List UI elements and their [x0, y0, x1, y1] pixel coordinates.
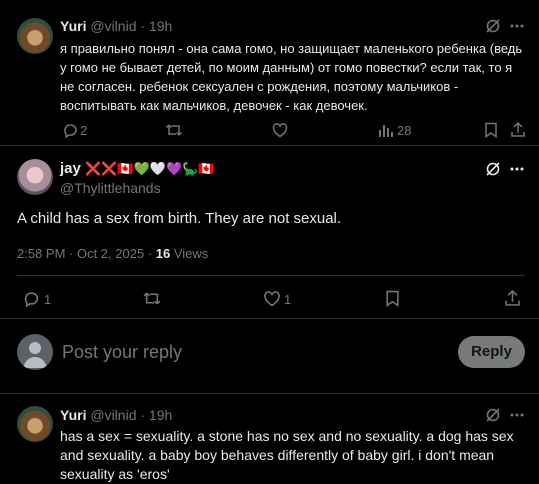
author-name[interactable]: jay: [60, 160, 81, 177]
divider: [0, 145, 539, 146]
view-count: 28: [397, 123, 412, 138]
views-icon[interactable]: [378, 123, 393, 137]
grok-icon[interactable]: [485, 161, 501, 177]
divider: [17, 275, 525, 276]
post-time[interactable]: · 19h: [140, 407, 172, 423]
more-icon[interactable]: [510, 413, 524, 417]
author-handle[interactable]: @vilnid: [90, 18, 136, 34]
bookmark-icon[interactable]: [385, 290, 400, 307]
view-count: 16: [155, 246, 171, 261]
avatar[interactable]: [17, 406, 53, 442]
more-icon[interactable]: [510, 167, 524, 171]
retweet-icon[interactable]: [165, 122, 183, 138]
reply-count: 1: [44, 292, 52, 307]
like-icon[interactable]: [272, 123, 288, 138]
reply-button[interactable]: Reply: [458, 336, 525, 368]
share-icon[interactable]: [510, 122, 526, 138]
views-label: Views: [170, 246, 209, 261]
like-count: 1: [284, 292, 292, 307]
divider: [0, 393, 539, 394]
like-icon[interactable]: [263, 291, 281, 307]
author-name[interactable]: Yuri: [60, 407, 86, 423]
author-name[interactable]: Yuri: [60, 18, 86, 34]
author-handle[interactable]: @Thylittlehands: [60, 180, 161, 196]
grok-icon[interactable]: [485, 407, 501, 423]
reply-icon[interactable]: [62, 122, 78, 138]
avatar[interactable]: [17, 159, 53, 195]
reply-icon[interactable]: [22, 290, 40, 307]
post-timestamp[interactable]: 2:58 PM · Oct 2, 2025 ·: [17, 246, 156, 261]
author-handle[interactable]: @vilnid: [90, 407, 136, 423]
post-text: has a sex = sexuality. a stone has no se…: [60, 428, 514, 482]
divider: [0, 318, 539, 319]
reply-input[interactable]: Post your reply: [62, 342, 182, 363]
post-text: я правильно понял - она сама гомо, но за…: [60, 41, 523, 113]
bookmark-icon[interactable]: [484, 122, 498, 138]
avatar: [17, 334, 53, 370]
name-emojis: ❌❌🇨🇦💚🤍💜🦕🇨🇦: [85, 161, 215, 176]
more-icon[interactable]: [510, 24, 524, 28]
retweet-icon[interactable]: [142, 290, 162, 307]
reply-count: 2: [80, 123, 88, 138]
avatar[interactable]: [17, 18, 53, 54]
post-time[interactable]: · 19h: [140, 18, 172, 34]
share-icon[interactable]: [504, 290, 521, 307]
grok-icon[interactable]: [485, 18, 501, 34]
post-text: A child has a sex from birth. They are n…: [17, 210, 342, 227]
